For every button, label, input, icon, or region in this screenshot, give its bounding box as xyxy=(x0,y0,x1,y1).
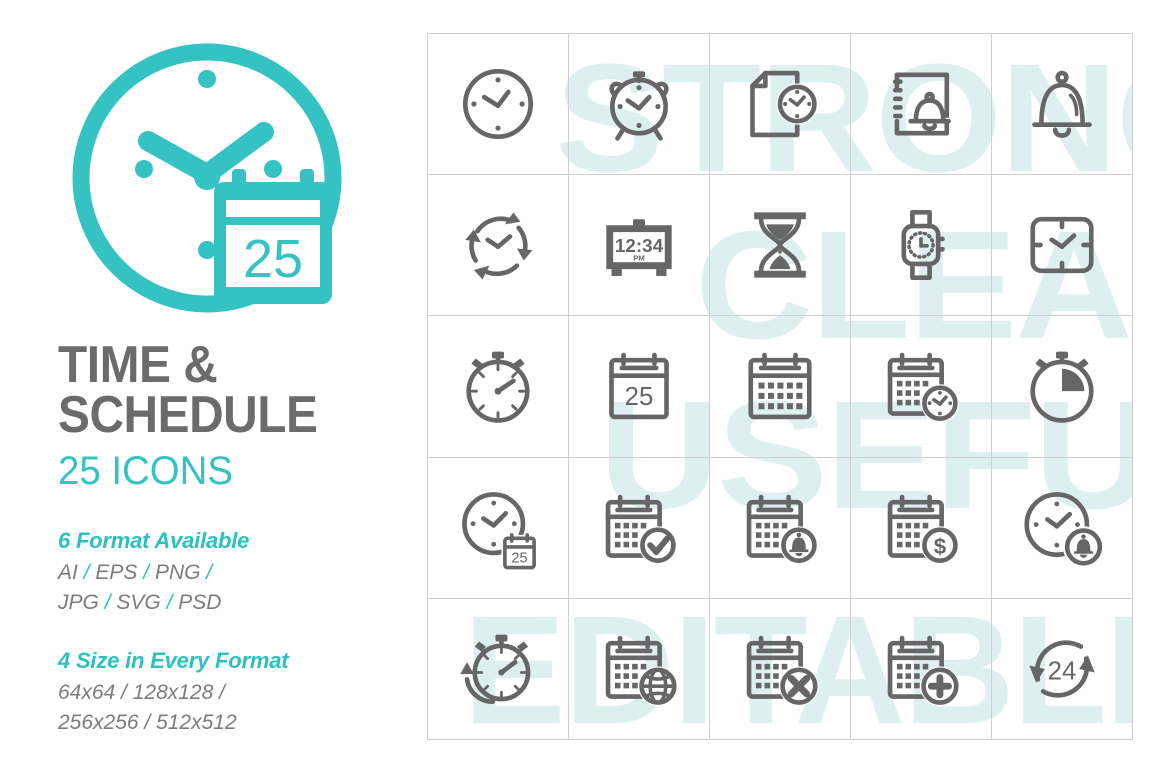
alarm-clock-icon xyxy=(609,71,669,141)
info-block: 6 Format Available AI / EPS / PNG / JPG … xyxy=(58,528,408,738)
icon-grid-wrap: STRONG CLEAR USEFUL EDITABLE xyxy=(427,33,1133,740)
icon-cell-11[interactable] xyxy=(428,316,569,458)
icon-grid: 12:34 PM 25 25 $ 24 xyxy=(427,33,1133,740)
sizes-line-1: 64x64 / 128x128 / xyxy=(58,681,225,704)
calendar-bell-icon xyxy=(746,494,818,564)
clock-calendar-icon: 25 xyxy=(462,491,540,571)
poster-root: 25 TIME & SCHEDULE 25 ICONS 6 Format Ava… xyxy=(0,0,1160,772)
square-clock-icon xyxy=(1030,217,1094,274)
icon-cell-24[interactable] xyxy=(851,598,992,740)
icon-cell-14[interactable] xyxy=(851,316,992,458)
icon-cell-18[interactable] xyxy=(710,457,851,599)
page-title-line1: TIME & xyxy=(58,336,218,394)
formats-line-1: AI / EPS / PNG / xyxy=(58,561,213,584)
icon-cell-8[interactable] xyxy=(710,175,851,317)
logo-calendar-day: 25 xyxy=(243,229,303,289)
icon-cell-5[interactable] xyxy=(992,34,1133,176)
formats-heading: 6 Format Available xyxy=(58,528,250,553)
wall-clock-icon xyxy=(462,69,534,140)
clock-calendar-logo: 25 xyxy=(52,22,362,322)
clock-bell-icon xyxy=(1024,491,1105,568)
calendar-cancel-icon xyxy=(746,635,819,706)
page-title-line2: SCHEDULE xyxy=(58,386,318,444)
calendar-check-icon xyxy=(605,494,677,564)
sizes-line-2: 256x256 / 512x512 xyxy=(58,711,237,734)
icon-cell-13[interactable] xyxy=(710,316,851,458)
left-panel: 25 TIME & SCHEDULE 25 ICONS 6 Format Ava… xyxy=(0,0,420,772)
document-clock-icon xyxy=(750,70,818,138)
digital-clock-icon: 12:34 PM xyxy=(606,219,672,277)
twentyfour-hours-icon: 24 xyxy=(1029,640,1095,698)
logo-calendar-icon: 25 xyxy=(214,169,332,304)
formats-line-2: JPG / SVG / PSD xyxy=(58,591,222,614)
hourglass-icon xyxy=(754,212,806,278)
icon-cell-23[interactable] xyxy=(710,598,851,740)
icon-cell-2[interactable] xyxy=(569,34,710,176)
calendar-day-number: 25 xyxy=(625,383,654,411)
icon-cell-4[interactable] xyxy=(851,34,992,176)
icon-cell-21[interactable] xyxy=(428,598,569,740)
stopwatch-icon xyxy=(466,352,530,424)
stopwatch-refresh-icon xyxy=(460,634,531,704)
icon-cell-17[interactable] xyxy=(569,457,710,599)
page-title-block: TIME & SCHEDULE 25 ICONS xyxy=(58,336,398,494)
smartwatch-icon xyxy=(901,210,945,281)
icon-cell-10[interactable] xyxy=(992,175,1133,317)
sizes-heading: 4 Size in Every Format xyxy=(58,648,289,673)
icon-cell-15[interactable] xyxy=(992,316,1133,458)
calendar-globe-icon xyxy=(605,635,678,706)
calendar-dollar-symbol: $ xyxy=(934,533,947,558)
bell-icon xyxy=(1032,70,1092,138)
icon-cell-12[interactable]: 25 xyxy=(569,316,710,458)
icon-cell-19[interactable]: $ xyxy=(851,457,992,599)
icon-cell-25[interactable]: 24 xyxy=(992,598,1133,740)
digital-clock-meridiem: PM xyxy=(633,254,645,263)
twentyfour-hours-number: 24 xyxy=(1048,657,1077,685)
icon-cell-20[interactable] xyxy=(992,457,1133,599)
calendar-day-icon: 25 xyxy=(609,353,669,420)
icon-cell-22[interactable] xyxy=(569,598,710,740)
clock-refresh-icon xyxy=(465,212,533,280)
icon-cell-6[interactable] xyxy=(428,175,569,317)
icon-cell-9[interactable] xyxy=(851,175,992,317)
calendar-clock-icon xyxy=(887,353,959,423)
icon-cell-3[interactable] xyxy=(710,34,851,176)
calendar-add-icon xyxy=(887,635,960,706)
icon-cell-1[interactable] xyxy=(428,34,569,176)
icon-cell-7[interactable]: 12:34 PM xyxy=(569,175,710,317)
notebook-bell-icon xyxy=(892,72,951,136)
timer-quarter-icon xyxy=(1030,352,1094,424)
icon-count-subtitle: 25 ICONS xyxy=(58,449,234,493)
clock-calendar-day: 25 xyxy=(511,550,527,566)
icon-cell-16[interactable]: 25 xyxy=(428,457,569,599)
calendar-dollar-icon: $ xyxy=(887,494,959,564)
calendar-month-icon xyxy=(748,353,812,420)
